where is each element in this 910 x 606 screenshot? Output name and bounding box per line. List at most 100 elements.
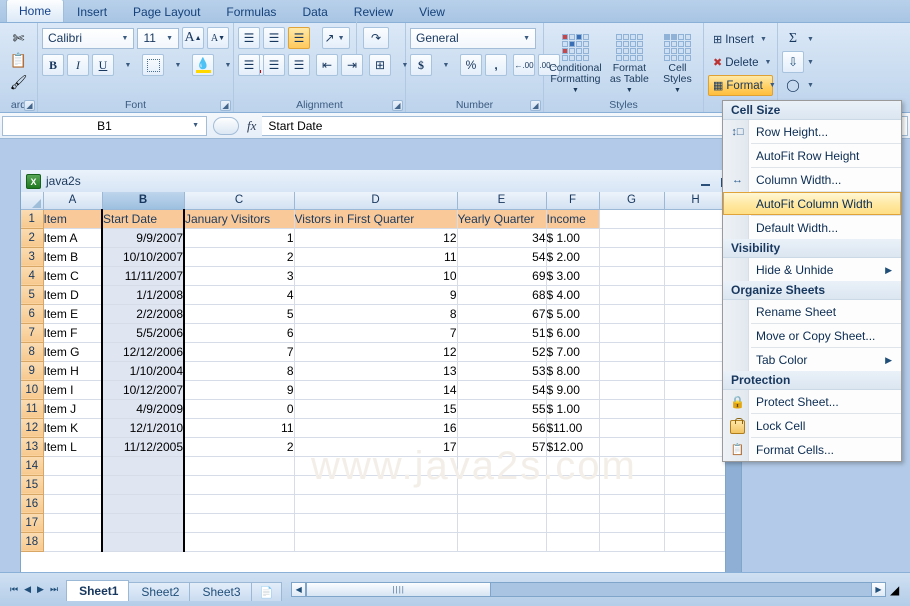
scroll-right-arrow-icon[interactable]: ▶ xyxy=(871,582,886,597)
tab-insert[interactable]: Insert xyxy=(64,1,120,22)
cell-b7[interactable]: 5/5/2006 xyxy=(101,323,185,343)
cell-d11[interactable]: 15 xyxy=(294,399,458,419)
row-header[interactable]: 15 xyxy=(21,475,44,495)
row-header[interactable]: 10 xyxy=(21,380,44,400)
cell-g2[interactable] xyxy=(599,228,665,248)
column-header-b[interactable]: B xyxy=(102,192,185,210)
cell-a18[interactable] xyxy=(43,532,103,552)
row-header[interactable]: 1 xyxy=(21,209,44,229)
cell-e7[interactable]: 51 xyxy=(457,323,547,343)
cell-g11[interactable] xyxy=(599,399,665,419)
cell-c8[interactable]: 7 xyxy=(184,342,295,362)
cell-h8[interactable] xyxy=(664,342,728,362)
cell-e3[interactable]: 54 xyxy=(457,247,547,267)
underline-dropdown[interactable]: ▼ xyxy=(117,54,139,76)
row-header[interactable]: 6 xyxy=(21,304,44,324)
cell-h17[interactable] xyxy=(664,513,728,533)
cell-g12[interactable] xyxy=(599,418,665,438)
cell-a11[interactable]: Item J xyxy=(43,399,103,419)
cell-g16[interactable] xyxy=(599,494,665,514)
cell-d15[interactable] xyxy=(294,475,458,495)
cell-h10[interactable] xyxy=(664,380,728,400)
cell-g9[interactable] xyxy=(599,361,665,381)
cell-b3[interactable]: 10/10/2007 xyxy=(101,247,185,267)
cell-a14[interactable] xyxy=(43,456,103,476)
alignment-dialog-launcher[interactable]: ◢ xyxy=(392,100,403,111)
cell-e9[interactable]: 53 xyxy=(457,361,547,381)
number-format-combo[interactable]: General ▼ xyxy=(410,27,536,49)
increase-font-size-button[interactable]: A ▲ xyxy=(182,27,204,49)
cell-h3[interactable] xyxy=(664,247,728,267)
menu-item-move-or-copy-sheet[interactable]: Move or Copy Sheet... xyxy=(723,324,901,347)
cell-h16[interactable] xyxy=(664,494,728,514)
cell-b6[interactable]: 2/2/2008 xyxy=(101,304,185,324)
cell-g14[interactable] xyxy=(599,456,665,476)
cell-e11[interactable]: 55 xyxy=(457,399,547,419)
cell-b16[interactable] xyxy=(101,494,185,514)
column-header-d[interactable]: D xyxy=(294,192,458,210)
clipboard-dialog-launcher[interactable]: ◢ xyxy=(24,100,35,111)
bold-button[interactable]: B xyxy=(42,54,64,76)
cell-g5[interactable] xyxy=(599,285,665,305)
cell-a3[interactable]: Item B xyxy=(43,247,103,267)
cell-g6[interactable] xyxy=(599,304,665,324)
cell-d18[interactable] xyxy=(294,532,458,552)
column-header-c[interactable]: C xyxy=(184,192,295,210)
align-center-button[interactable]: ☰ xyxy=(263,54,285,76)
menu-item-autofit-column-width[interactable]: AutoFit Column Width xyxy=(723,192,901,215)
format-as-table-button[interactable]: Format as Table ▼ xyxy=(605,29,654,96)
previous-sheet-button[interactable]: ◀ xyxy=(24,584,31,595)
cell-c16[interactable] xyxy=(184,494,295,514)
cell-g10[interactable] xyxy=(599,380,665,400)
cell-c18[interactable] xyxy=(184,532,295,552)
cell-f13[interactable]: $12.00 xyxy=(546,437,600,457)
cell-e12[interactable]: 56 xyxy=(457,418,547,438)
cell-b14[interactable] xyxy=(101,456,185,476)
cell-g15[interactable] xyxy=(599,475,665,495)
cell-h4[interactable] xyxy=(664,266,728,286)
cell-d3[interactable]: 11 xyxy=(294,247,458,267)
cell-f3[interactable]: $ 2.00 xyxy=(546,247,600,267)
cell-e2[interactable]: 34 xyxy=(457,228,547,248)
menu-item-tab-color[interactable]: Tab Color ▶ xyxy=(723,348,901,371)
percent-style-button[interactable]: % xyxy=(460,54,482,76)
decrease-indent-button[interactable]: ⇤ xyxy=(316,54,338,76)
insert-worksheet-button[interactable]: 📄 xyxy=(250,581,283,601)
formula-toggle-button[interactable] xyxy=(213,116,239,135)
decrease-font-size-button[interactable]: A ▼ xyxy=(207,27,229,49)
cell-h14[interactable] xyxy=(664,456,728,476)
merge-and-center-button[interactable]: ⊞ xyxy=(369,54,391,76)
menu-item-rename-sheet[interactable]: Rename Sheet xyxy=(723,300,901,323)
cell-g13[interactable] xyxy=(599,437,665,457)
horizontal-scroll-thumb[interactable]: |||| xyxy=(306,582,492,597)
cell-a10[interactable]: Item I xyxy=(43,380,103,400)
cell-h5[interactable] xyxy=(664,285,728,305)
insert-function-icon[interactable]: fx xyxy=(247,118,256,134)
chevron-down-icon[interactable]: ▼ xyxy=(189,122,202,129)
cell-c6[interactable]: 5 xyxy=(184,304,295,324)
cell-e17[interactable] xyxy=(457,513,547,533)
cell-g7[interactable] xyxy=(599,323,665,343)
cell-d9[interactable]: 13 xyxy=(294,361,458,381)
row-header[interactable]: 18 xyxy=(21,532,44,552)
cell-f12[interactable]: $11.00 xyxy=(546,418,600,438)
cell-f7[interactable]: $ 6.00 xyxy=(546,323,600,343)
font-size-combo[interactable]: 11 ▼ xyxy=(137,27,179,49)
fill-color-button[interactable]: 💧 xyxy=(192,54,214,76)
number-dialog-launcher[interactable]: ◢ xyxy=(530,100,541,111)
row-header[interactable]: 16 xyxy=(21,494,44,514)
cell-a4[interactable]: Item C xyxy=(43,266,103,286)
cell-d2[interactable]: 12 xyxy=(294,228,458,248)
cell-c1[interactable]: January Visitors xyxy=(184,209,295,229)
cell-h12[interactable] xyxy=(664,418,728,438)
cell-h13[interactable] xyxy=(664,437,728,457)
cell-a2[interactable]: Item A xyxy=(43,228,103,248)
cell-b2[interactable]: 9/9/2007 xyxy=(101,228,185,248)
first-sheet-button[interactable]: ⏮ xyxy=(10,584,18,595)
cell-e6[interactable]: 67 xyxy=(457,304,547,324)
cell-b8[interactable]: 12/12/2006 xyxy=(101,342,185,362)
cell-f2[interactable]: $ 1.00 xyxy=(546,228,600,248)
menu-item-autofit-row-height[interactable]: AutoFit Row Height xyxy=(723,144,901,167)
cell-a6[interactable]: Item E xyxy=(43,304,103,324)
cut-icon[interactable]: ✄ xyxy=(8,28,30,48)
